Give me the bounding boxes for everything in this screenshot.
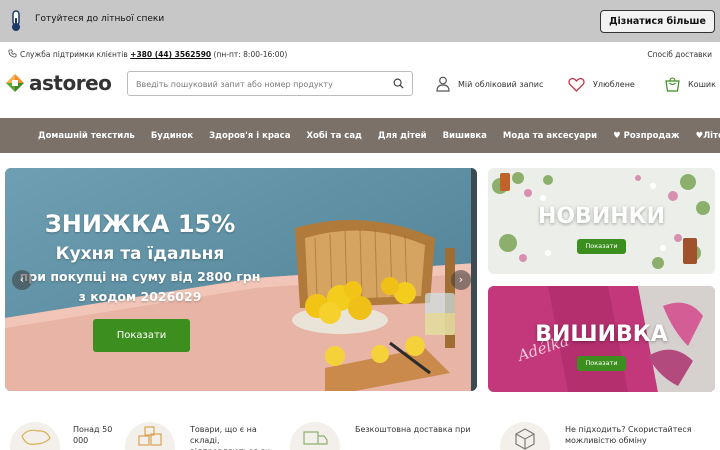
search-icon[interactable] — [393, 78, 404, 89]
logo[interactable]: astoreo — [5, 71, 112, 95]
hero-next-button[interactable]: › — [451, 270, 471, 290]
search-box — [127, 71, 413, 96]
thermometer-icon — [12, 10, 20, 31]
delivery-method-link[interactable]: Спосіб доставки — [647, 50, 712, 59]
support-phone-link[interactable]: +380 (44) 3562590 — [130, 50, 211, 59]
hero-category: Кухня та їдальня — [55, 244, 225, 264]
user-icon — [436, 76, 450, 92]
feature-map-icon — [10, 422, 60, 450]
hero-code: з кодом 2026029 — [78, 289, 202, 304]
account-link[interactable]: Мій обліковий запис — [436, 74, 543, 94]
hero-show-button[interactable]: Показати — [93, 319, 190, 352]
hero-discount-title: ЗНИЖКА 15% — [44, 210, 236, 238]
support-line: Служба підтримки клієнтів +380 (44) 3562… — [0, 48, 720, 62]
feature-products-text: Понад 50 000 — [73, 425, 113, 445]
search-input[interactable] — [136, 76, 386, 92]
nav-item-kids[interactable]: Для дітей — [378, 131, 427, 141]
nav-item-summer[interactable]: ♥Літо — [695, 131, 720, 141]
cart-link[interactable]: Кошик — [665, 74, 716, 94]
hero-banner[interactable]: ЗНИЖКА 15% Кухня та їдальня при покупці … — [5, 168, 477, 391]
boxes-icon — [138, 426, 162, 446]
support-hours: (пн-пт: 8:00-16:00) — [213, 50, 288, 59]
side-banner-new-title: НОВИНКИ — [537, 204, 666, 229]
feature-free-delivery-text: Безкоштовна доставка при — [355, 425, 471, 434]
wishlist-label: Улюблене — [593, 79, 635, 89]
nav-item-hobby-garden[interactable]: Хобі та сад — [306, 131, 361, 141]
account-label: Мій обліковий запис — [458, 79, 544, 89]
feature-in-stock-text: Товари, що є на складі, відправляються я… — [190, 425, 270, 450]
side-banner-embroidery-title: ВИШИВКА — [535, 322, 668, 347]
nav-item-fashion[interactable]: Мода та аксесуари — [503, 131, 597, 141]
nav-item-sale[interactable]: ♥ Розпродаж — [613, 131, 679, 141]
side-banner-new[interactable]: НОВИНКИ Показати — [488, 168, 715, 274]
main-nav: Домашній текстиль Будинок Здоров'я і кра… — [0, 118, 720, 153]
side-banner-new-button[interactable]: Показати — [577, 239, 626, 254]
feature-boxes-icon — [125, 422, 175, 450]
truck-icon — [303, 431, 328, 445]
cart-label: Кошик — [688, 79, 716, 89]
promo-text: Готуйтеся до літньої спеки — [35, 14, 165, 24]
promo-learn-more-button[interactable]: Дізнатися більше — [600, 10, 715, 33]
feature-exchange-text: Не підходить? Скористайтеся можливістю о… — [565, 425, 692, 445]
nav-item-embroidery[interactable]: Вишивка — [443, 131, 487, 141]
side-banner-embroidery-button[interactable]: Показати — [577, 356, 626, 371]
feature-truck-icon — [290, 422, 340, 450]
box-return-icon — [515, 428, 535, 450]
nav-item-home-textiles[interactable]: Домашній текстиль — [38, 131, 135, 141]
logo-text: astoreo — [29, 71, 112, 95]
feature-box-return-icon — [500, 422, 550, 450]
heart-icon — [568, 77, 585, 92]
hero-prev-button[interactable]: ‹ — [12, 270, 32, 290]
cart-icon — [665, 76, 680, 92]
nav-item-health-beauty[interactable]: Здоров'я і краса — [209, 131, 290, 141]
wishlist-link[interactable]: Улюблене — [568, 74, 635, 94]
side-banner-embroidery[interactable]: Adélka ВИШИВКА Показати — [488, 286, 715, 392]
support-info: Служба підтримки клієнтів +380 (44) 3562… — [20, 50, 287, 59]
europe-map-icon — [21, 429, 51, 445]
promo-bar: Готуйтеся до літньої спеки Дізнатися біл… — [0, 0, 720, 42]
support-label: Служба підтримки клієнтів — [20, 50, 128, 59]
phone-icon — [8, 49, 17, 58]
astoreo-logo-icon — [6, 74, 24, 92]
nav-item-house[interactable]: Будинок — [151, 131, 193, 141]
hero-condition: при покупці на суму від 2800 грн — [19, 269, 261, 284]
